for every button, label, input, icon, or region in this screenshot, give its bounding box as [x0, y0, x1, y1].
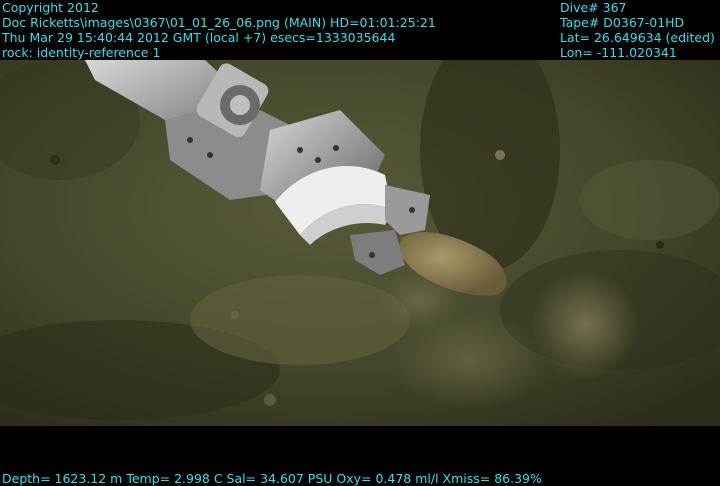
seafloor-photo: [0, 60, 720, 426]
pebble: [264, 394, 276, 406]
image-path-text: Doc Ricketts\images\0367\01_01_26_06.png…: [2, 15, 436, 30]
sample-label-text: rock: identity-reference 1: [2, 45, 161, 60]
pebble: [495, 150, 505, 160]
latitude-text: Lat= 26.649634 (edited): [560, 30, 715, 45]
pebble: [231, 311, 239, 319]
longitude-text: Lon= -111.020341: [560, 45, 677, 60]
timestamp-text: Thu Mar 29 15:40:44 2012 GMT (local +7) …: [2, 30, 396, 45]
telemetry-text: Depth= 1623.12 m Temp= 2.998 C Sal= 34.6…: [2, 471, 542, 486]
dive-number-text: Dive# 367: [560, 0, 627, 15]
footer-telemetry: Depth= 1623.12 m Temp= 2.998 C Sal= 34.6…: [2, 471, 542, 486]
tape-number-text: Tape# D0367-01HD: [560, 15, 685, 30]
copyright-text: Copyright 2012: [2, 0, 99, 15]
pebble: [50, 155, 60, 165]
header-right: Dive# 367 Tape# D0367-01HD Lat= 26.64963…: [560, 0, 715, 60]
header-left: Copyright 2012 Doc Ricketts\images\0367\…: [2, 0, 436, 60]
sediment-patch: [190, 275, 410, 365]
sediment-patch: [580, 160, 720, 240]
pebble: [656, 241, 664, 249]
